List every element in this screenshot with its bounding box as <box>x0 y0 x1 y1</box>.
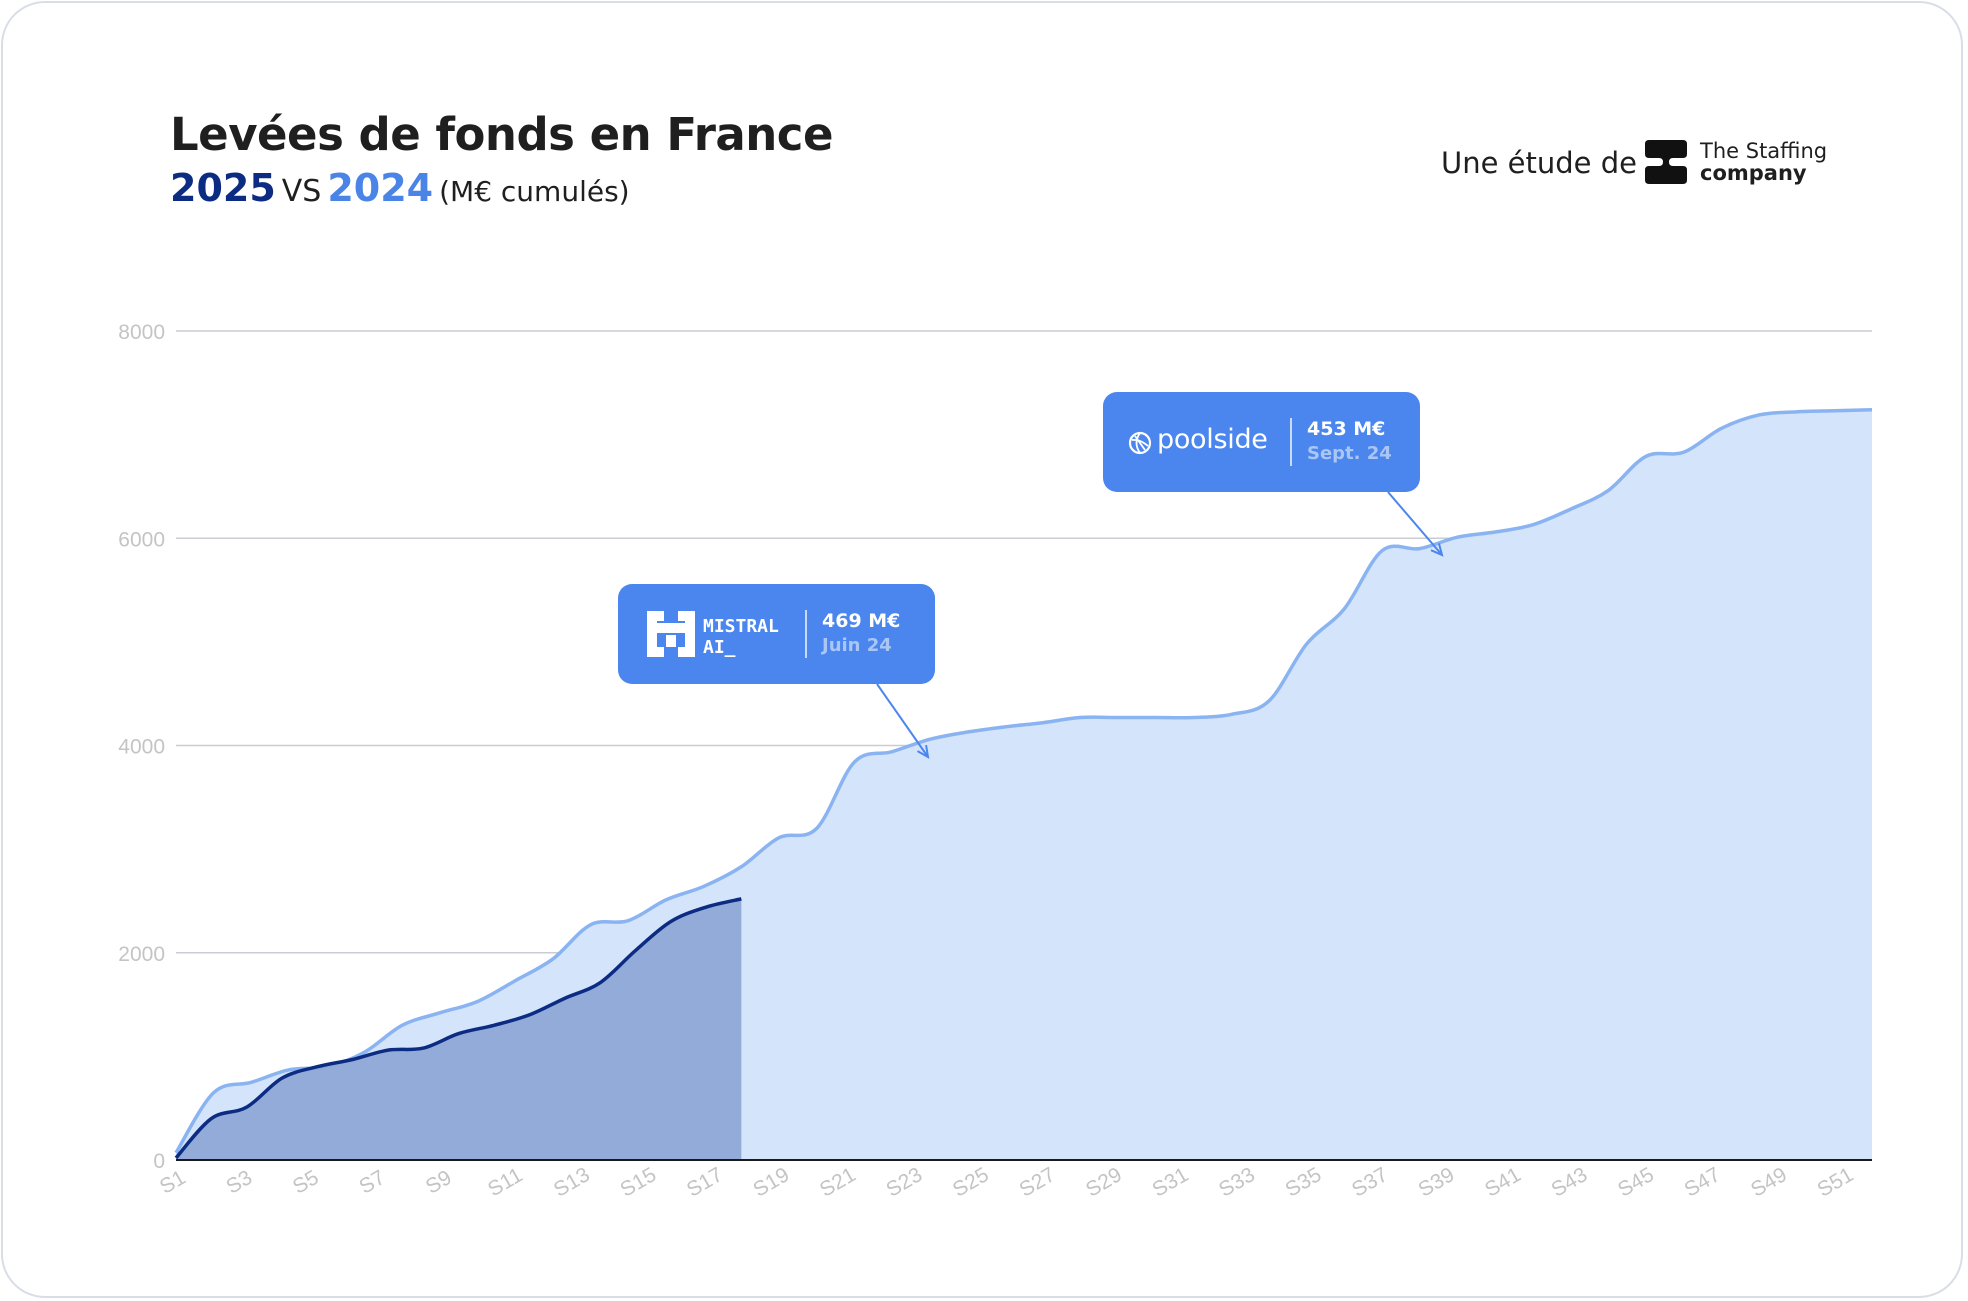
x-tick-label: S45 <box>1614 1163 1658 1202</box>
x-tick-label: S3 <box>222 1166 256 1199</box>
x-tick-label: S17 <box>683 1163 727 1202</box>
x-tick-label: S21 <box>816 1163 860 1202</box>
mistral-logo-icon <box>647 611 695 657</box>
x-tick-label: S47 <box>1681 1163 1725 1202</box>
poolside-logo-icon <box>1128 431 1152 455</box>
x-tick-label: S25 <box>949 1163 993 1202</box>
x-tick-label: S5 <box>289 1166 323 1199</box>
y-tick-label: 0 <box>153 1150 165 1173</box>
chart-canvas: 02000400060008000S1 S3 S5 S7 S9 S11 S13 S15 S17 S… <box>118 321 1873 1202</box>
y-tick-label: 8000 <box>118 321 165 344</box>
callout-poolside: poolside 453 M€ Sept. 24 <box>1103 392 1420 492</box>
x-tick-label: S33 <box>1215 1163 1259 1202</box>
x-tick-label: S13 <box>550 1163 594 1202</box>
x-tick-label: S37 <box>1348 1163 1392 1202</box>
mistral-wordmark: MISTRAL AI_ <box>703 616 779 658</box>
x-tick-label: S51 <box>1814 1163 1858 1202</box>
x-tick-label: S15 <box>616 1163 660 1202</box>
x-tick-label: S41 <box>1481 1163 1525 1202</box>
y-tick-label: 4000 <box>118 736 165 759</box>
y-tick-label: 2000 <box>118 943 165 966</box>
x-tick-label: S27 <box>1015 1163 1059 1202</box>
x-tick-label: S23 <box>882 1163 926 1202</box>
y-tick-label: 6000 <box>118 528 165 551</box>
callout-amount: 469 M€ <box>822 610 901 632</box>
x-tick-label: S11 <box>484 1163 527 1201</box>
x-tick-label: S29 <box>1082 1163 1126 1202</box>
callout-date: Sept. 24 <box>1307 443 1392 464</box>
callout-mistral: MISTRAL AI_ 469 M€ Juin 24 <box>618 584 935 684</box>
x-tick-label: S31 <box>1148 1163 1192 1202</box>
x-tick-label: S43 <box>1548 1163 1592 1202</box>
x-tick-label: S35 <box>1281 1163 1325 1202</box>
x-tick-label: S39 <box>1415 1163 1459 1202</box>
x-tick-label: S19 <box>749 1163 793 1202</box>
x-tick-label: S49 <box>1747 1163 1791 1202</box>
callout-amount: 453 M€ <box>1307 418 1386 440</box>
callout-date: Juin 24 <box>822 635 892 656</box>
poolside-wordmark: poolside <box>1157 424 1268 455</box>
x-tick-label: S7 <box>355 1166 389 1199</box>
x-tick-label: S9 <box>422 1166 456 1199</box>
